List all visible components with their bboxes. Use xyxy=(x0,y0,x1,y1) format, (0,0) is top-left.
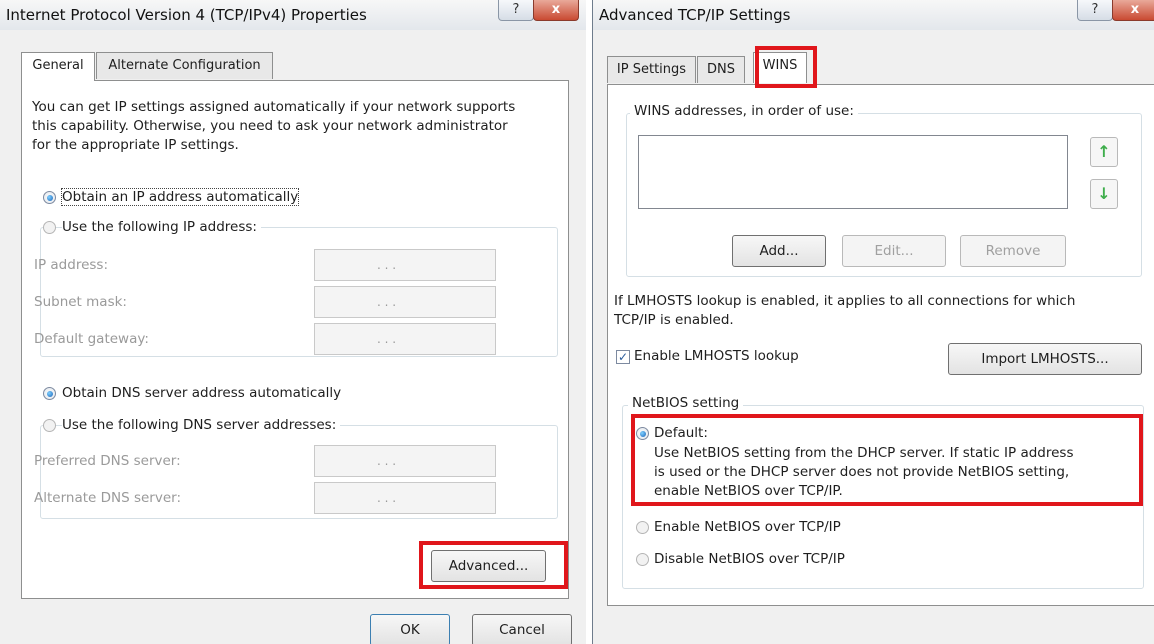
cancel-button[interactable]: Cancel xyxy=(472,614,572,644)
description-line: You can get IP settings assigned automat… xyxy=(32,99,516,115)
alternate-dns-label: Alternate DNS server: xyxy=(34,490,182,506)
ip-manual-label[interactable]: Use the following IP address: xyxy=(62,219,261,235)
default-gateway-field[interactable]: . . . xyxy=(314,323,496,355)
netbios-group-label: NetBIOS setting xyxy=(628,395,744,411)
ipv4-properties-dialog: Internet Protocol Version 4 (TCP/IPv4) P… xyxy=(0,0,586,644)
preferred-dns-field[interactable]: . . . xyxy=(314,445,496,477)
ip-dots: . . . xyxy=(377,258,397,272)
close-icon: x xyxy=(1130,2,1140,17)
edit-button[interactable]: Edit... xyxy=(842,235,946,267)
dns-manual-radio[interactable] xyxy=(43,419,56,432)
arrow-down-icon: ↓ xyxy=(1097,184,1111,203)
netbios-default-highlight xyxy=(631,414,1143,506)
dialog-title: Advanced TCP/IP Settings xyxy=(599,6,791,24)
advanced-tcpip-dialog: Advanced TCP/IP Settings ? x IP Settings… xyxy=(592,0,1154,644)
title-bar: Internet Protocol Version 4 (TCP/IPv4) P… xyxy=(0,0,586,30)
ip-auto-radio[interactable] xyxy=(43,191,56,204)
wins-address-list[interactable] xyxy=(638,135,1068,209)
wins-group-label: WINS addresses, in order of use: xyxy=(630,103,858,119)
advanced-highlight xyxy=(419,541,568,589)
tab-alternate-configuration[interactable]: Alternate Configuration xyxy=(96,52,273,79)
tab-dns[interactable]: DNS xyxy=(697,56,745,83)
help-button[interactable]: ? xyxy=(498,0,534,21)
description-line: this capability. Otherwise, you need to … xyxy=(32,118,508,134)
netbios-enable-radio[interactable] xyxy=(636,521,649,534)
netbios-disable-label[interactable]: Disable NetBIOS over TCP/IP xyxy=(654,551,845,567)
tab-ip-settings[interactable]: IP Settings xyxy=(607,56,696,83)
ip-auto-label[interactable]: Obtain an IP address automatically xyxy=(60,188,300,206)
close-button[interactable]: x xyxy=(533,0,579,21)
dns-manual-label[interactable]: Use the following DNS server addresses: xyxy=(62,417,341,433)
alternate-dns-field[interactable]: . . . xyxy=(314,482,496,514)
move-down-button[interactable]: ↓ xyxy=(1090,179,1118,209)
general-panel: You can get IP settings assigned automat… xyxy=(21,80,569,599)
help-icon: ? xyxy=(1091,2,1099,17)
subnet-mask-label: Subnet mask: xyxy=(34,294,127,310)
ip-manual-radio[interactable] xyxy=(43,221,56,234)
ip-dots: . . . xyxy=(377,295,397,309)
close-button[interactable]: x xyxy=(1112,0,1154,21)
dns-auto-radio[interactable] xyxy=(43,387,56,400)
move-up-button[interactable]: ↑ xyxy=(1090,137,1118,167)
remove-button[interactable]: Remove xyxy=(960,235,1066,267)
enable-lmhosts-label[interactable]: Enable LMHOSTS lookup xyxy=(634,348,799,364)
wins-tab-highlight xyxy=(755,46,817,88)
title-bar: Advanced TCP/IP Settings ? x xyxy=(593,0,1154,30)
dialog-title: Internet Protocol Version 4 (TCP/IPv4) P… xyxy=(6,6,367,24)
subnet-mask-field[interactable]: . . . xyxy=(314,286,496,318)
netbios-enable-label[interactable]: Enable NetBIOS over TCP/IP xyxy=(654,519,841,535)
help-button[interactable]: ? xyxy=(1077,0,1113,21)
tab-general[interactable]: General xyxy=(21,52,95,81)
lmhosts-note-line: TCP/IP is enabled. xyxy=(614,312,734,328)
help-icon: ? xyxy=(512,2,520,17)
ip-dots: . . . xyxy=(377,454,397,468)
ip-dots: . . . xyxy=(377,491,397,505)
default-gateway-label: Default gateway: xyxy=(34,331,149,347)
close-icon: x xyxy=(551,2,561,17)
wins-panel: WINS addresses, in order of use: ↑ ↓ Add… xyxy=(607,84,1154,606)
dns-auto-label[interactable]: Obtain DNS server address automatically xyxy=(62,385,341,401)
add-button[interactable]: Add... xyxy=(732,235,826,267)
ip-dots: . . . xyxy=(377,332,397,346)
import-lmhosts-button[interactable]: Import LMHOSTS... xyxy=(948,343,1142,375)
ip-address-field[interactable]: . . . xyxy=(314,249,496,281)
ip-address-label: IP address: xyxy=(34,257,108,273)
preferred-dns-label: Preferred DNS server: xyxy=(34,453,181,469)
ok-button[interactable]: OK xyxy=(370,614,450,644)
check-icon: ✓ xyxy=(617,350,629,364)
description-line: for the appropriate IP settings. xyxy=(32,137,239,153)
netbios-disable-radio[interactable] xyxy=(636,553,649,566)
arrow-up-icon: ↑ xyxy=(1097,142,1111,161)
enable-lmhosts-checkbox[interactable]: ✓ xyxy=(616,350,630,364)
lmhosts-note-line: If LMHOSTS lookup is enabled, it applies… xyxy=(614,293,1076,309)
